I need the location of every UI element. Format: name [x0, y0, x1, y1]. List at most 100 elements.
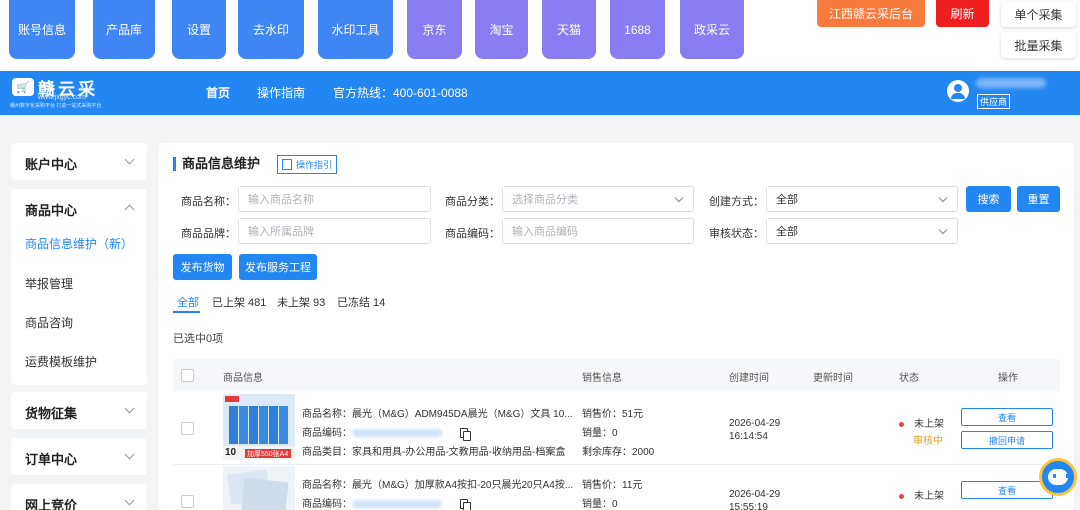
single-collect-button[interactable]: 单个采集: [1001, 1, 1076, 27]
1688-button[interactable]: 1688: [610, 0, 665, 59]
sidebar-product-center-label: 商品中心: [25, 203, 78, 218]
created-date: 2026-04-29: [729, 418, 781, 429]
create-method-value: 全部: [776, 194, 798, 206]
audit-status-value: 全部: [776, 226, 798, 238]
created-date: 2026-04-29: [729, 489, 781, 500]
reset-button[interactable]: 重置: [1017, 186, 1060, 212]
refresh-button[interactable]: 刷新: [936, 0, 989, 27]
sidebar-product-center[interactable]: 商品中心: [11, 189, 147, 226]
sidebar-item-freight[interactable]: 运费模板维护: [25, 353, 97, 370]
select-all-checkbox[interactable]: [181, 369, 194, 382]
chevron-up-icon: [124, 204, 135, 215]
site-logo[interactable]: 🛒 赣云采 www.jxgyc.com 赣州数字化采购平台 打造一站式采购平台: [10, 75, 110, 111]
sidebar-order-center[interactable]: 订单中心: [11, 438, 147, 475]
remove-watermark-button[interactable]: 去水印: [238, 0, 304, 59]
publish-goods-button[interactable]: 发布货物: [173, 254, 232, 280]
tmall-button[interactable]: 天猫: [542, 0, 596, 59]
product-name: 商品名称：晨光（M&G）ADM945DA晨光（M&G）文具 10...: [302, 409, 573, 420]
category-select-placeholder: 选择商品分类: [512, 194, 578, 206]
chevron-down-icon: [938, 193, 948, 203]
status-text: 未上架: [914, 491, 944, 502]
product-code-redacted: [352, 429, 442, 438]
page-title: 商品信息维护: [173, 157, 260, 171]
product-thumbnail[interactable]: 10 加厚550张A4: [223, 394, 295, 460]
product-code: 商品编码：: [302, 495, 471, 510]
tab-on-shelf[interactable]: 已上架 481: [212, 294, 266, 310]
sidebar-account-center-label: 账户中心: [25, 157, 78, 172]
site-header: 🛒 赣云采 www.jxgyc.com 赣州数字化采购平台 打造一站式采购平台 …: [0, 71, 1080, 115]
nav-guide[interactable]: 操作指南: [257, 84, 305, 101]
column-header-status: 状态: [899, 373, 919, 384]
code-input-placeholder: 输入商品编码: [512, 226, 578, 238]
sale-price: 销售价：11元: [582, 480, 643, 491]
column-header-product: 商品信息: [223, 373, 263, 384]
tab-all[interactable]: 全部: [177, 294, 199, 310]
main-panel: 商品信息维护 操作指引 商品名称： 输入商品名称 商品分类： 选择商品分类 创建…: [159, 143, 1074, 510]
status-dot-icon: [899, 421, 904, 427]
backend-button[interactable]: 江西赣云采后台: [817, 0, 925, 27]
chevron-down-icon: [124, 449, 135, 460]
column-header-updated: 更新时间: [813, 373, 853, 384]
avatar[interactable]: [947, 80, 969, 102]
create-method-select[interactable]: 全部: [766, 186, 958, 212]
tab-frozen[interactable]: 已冻结 14: [337, 294, 385, 310]
sidebar-product-center-panel: 商品中心 商品信息维护（新） 举报管理 商品咨询 运费模板维护: [11, 189, 147, 385]
column-header-actions: 操作: [998, 373, 1018, 384]
product-library-button[interactable]: 产品库: [93, 0, 155, 59]
settings-button[interactable]: 设置: [172, 0, 226, 59]
sales-volume: 销量：0: [582, 428, 618, 439]
sidebar-goods-collection-label: 货物征集: [25, 406, 78, 421]
view-button[interactable]: 查看: [961, 481, 1053, 499]
code-input[interactable]: 输入商品编码: [502, 218, 694, 244]
sidebar-account-center[interactable]: 账户中心: [11, 143, 147, 180]
name-input-placeholder: 输入商品名称: [248, 194, 314, 206]
chevron-down-icon: [938, 225, 948, 235]
row-checkbox[interactable]: [181, 495, 194, 508]
view-button[interactable]: 查看: [961, 408, 1053, 426]
operation-guide-button[interactable]: 操作指引: [277, 155, 338, 174]
table-header: 商品信息 销售信息 创建时间 更新时间 状态 操作: [173, 359, 1060, 391]
sidebar-online-bidding-label: 网上竞价: [25, 498, 78, 510]
chevron-down-icon: [124, 154, 135, 165]
brand-input[interactable]: 输入所属品牌: [238, 218, 431, 244]
name-filter-label: 商品名称：: [181, 196, 236, 208]
watermark-tool-button[interactable]: 水印工具: [318, 0, 393, 59]
role-tag: 供应商: [977, 94, 1011, 109]
column-header-created: 创建时间: [729, 373, 769, 384]
sidebar-item-consult[interactable]: 商品咨询: [25, 314, 73, 331]
audit-status-select[interactable]: 全部: [766, 218, 958, 244]
copy-icon[interactable]: [460, 427, 471, 441]
sidebar-online-bidding[interactable]: 网上竞价: [11, 484, 147, 510]
batch-collect-button[interactable]: 批量采集: [1001, 32, 1076, 58]
chevron-down-icon: [674, 193, 684, 203]
sidebar-item-product-info[interactable]: 商品信息维护（新）: [25, 235, 133, 252]
book-icon: [282, 159, 292, 170]
created-time: 16:14:54: [729, 431, 768, 442]
tab-off-shelf[interactable]: 未上架 93: [277, 294, 325, 310]
sidebar-item-report[interactable]: 举报管理: [25, 275, 73, 292]
assistant-icon[interactable]: [1039, 458, 1077, 496]
product-code-redacted: [352, 500, 442, 509]
status-text: 未上架: [914, 419, 944, 430]
selected-count: 已选中0项: [173, 333, 224, 345]
withdraw-button[interactable]: 撤回申请: [961, 431, 1053, 449]
sales-volume: 销量：0: [582, 499, 618, 510]
create-method-label: 创建方式：: [709, 196, 764, 208]
zcy-button[interactable]: 政采云: [680, 0, 744, 59]
nav-home[interactable]: 首页: [206, 84, 230, 101]
row-checkbox[interactable]: [181, 422, 194, 435]
taobao-button[interactable]: 淘宝: [475, 0, 528, 59]
name-input[interactable]: 输入商品名称: [238, 186, 431, 212]
audit-status-label: 审核状态：: [709, 228, 764, 240]
account-info-button[interactable]: 账号信息: [9, 0, 75, 59]
sidebar-goods-collection[interactable]: 货物征集: [11, 392, 147, 429]
sidebar-order-center-label: 订单中心: [25, 452, 78, 467]
category-select[interactable]: 选择商品分类: [502, 186, 694, 212]
publish-service-button[interactable]: 发布服务工程: [239, 254, 317, 280]
username-redacted: [976, 78, 1046, 88]
search-button[interactable]: 搜索: [966, 186, 1011, 212]
product-category: 商品类目：家具和用具-办公用品-文教用品-收纳用品-档案盒: [302, 447, 566, 458]
copy-icon[interactable]: [460, 498, 471, 510]
jd-button[interactable]: 京东: [407, 0, 462, 59]
product-thumbnail[interactable]: [223, 466, 295, 510]
